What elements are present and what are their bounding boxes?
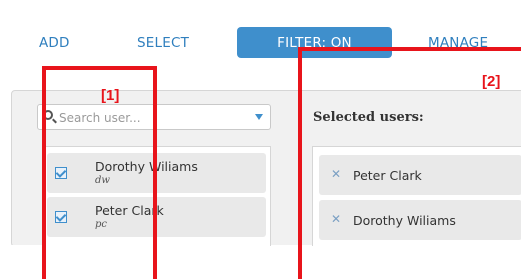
select-tab[interactable]: SELECT xyxy=(137,35,189,51)
annotation-label-2: [2] xyxy=(482,73,501,90)
chevron-down-icon[interactable] xyxy=(255,114,263,120)
add-tab[interactable]: ADD xyxy=(39,35,70,51)
annotation-label-1: [1] xyxy=(101,87,120,104)
annotation-box-1 xyxy=(42,66,157,279)
